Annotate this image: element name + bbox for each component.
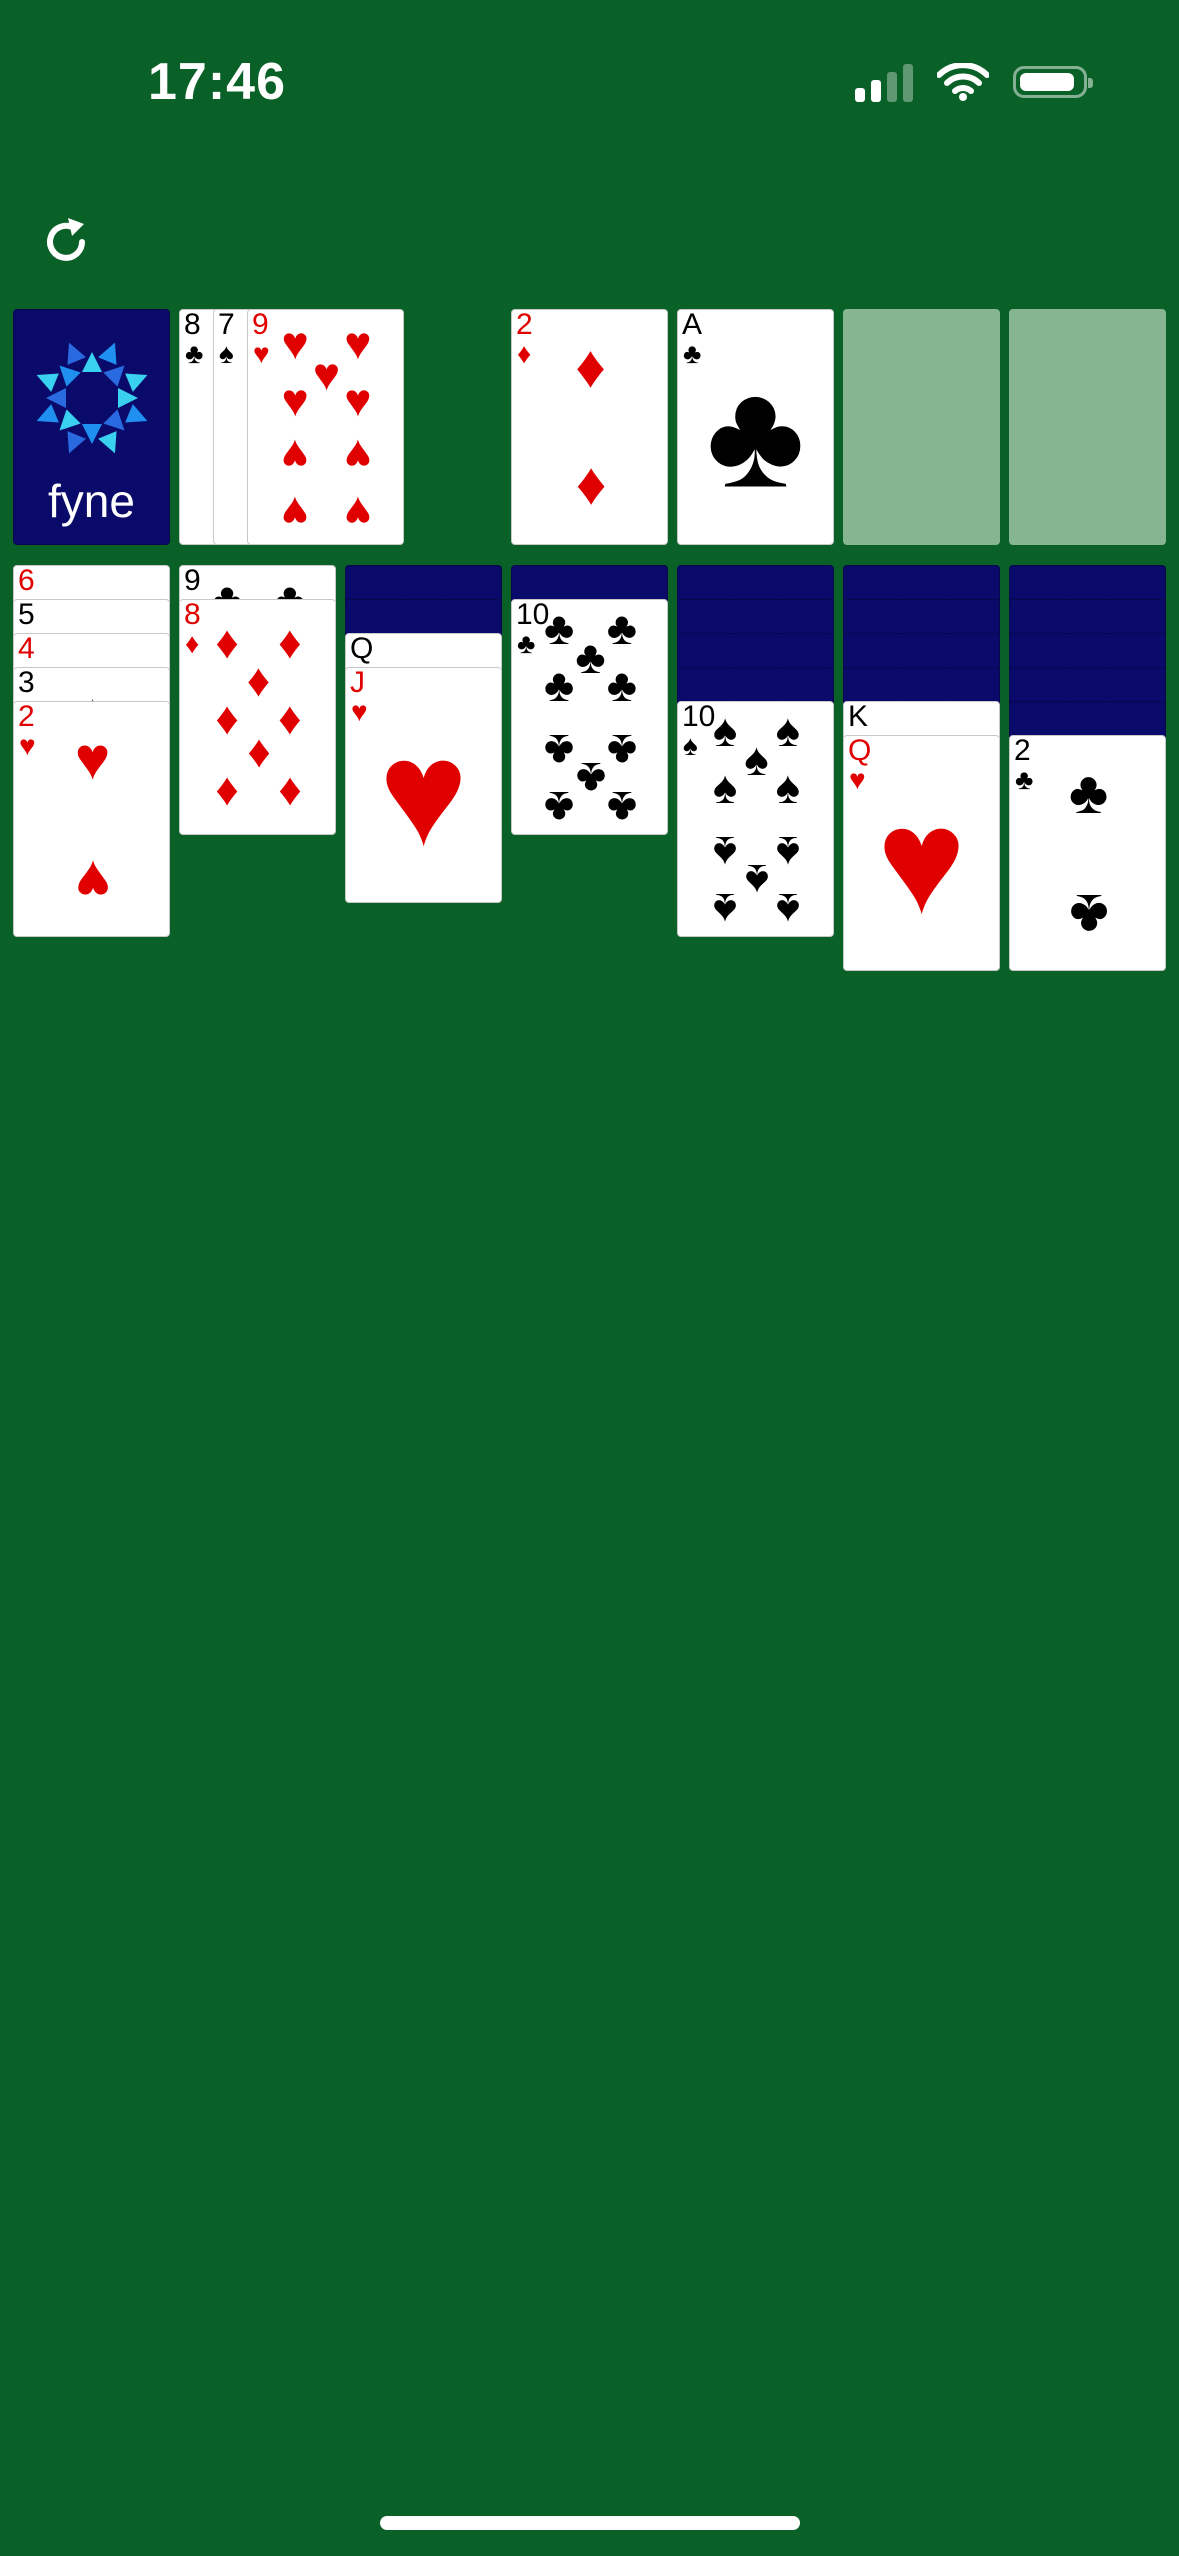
card-rank: 2 [18,701,35,733]
card-rank: 7 [218,309,235,341]
card-rank: 4 [18,633,35,665]
card-pip: ♣ [575,753,606,806]
card-suit-corner: ♣ [517,628,536,659]
card-pip: ♠ [775,827,801,880]
card-pip: ♠ [744,732,769,785]
foundation-slot-empty[interactable] [1009,309,1166,545]
wifi-icon [937,63,989,101]
card-suit-corner: ♣ [185,338,204,369]
card-rank: Q [350,633,374,665]
card-pip: ♥ [344,317,372,370]
card-rank: K [848,701,869,733]
card-rank: 5 [18,599,35,631]
tableau-card[interactable]: 10 ♠ ♠ ♠ ♠ ♠ ♠ ♠ ♠ ♠ ♠ ♠ [677,701,834,937]
card-pip: ♦ [278,767,302,820]
card-pip: ♣ [606,725,637,778]
card-pip: ♦ [215,616,239,669]
card-pip: ♥ [344,373,372,426]
card-pip: ♠ [775,760,801,813]
card-pip: ♥ [74,724,111,792]
card-pip: ♣ [606,602,637,655]
card-rank: 2 [1014,735,1031,767]
foundation-card[interactable]: A ♣ ♣ [677,309,834,545]
battery-icon [1013,66,1093,98]
tableau-card[interactable]: 10 ♣ ♣ ♣ ♣ ♣ ♣ ♣ ♣ ♣ ♣ ♣ [511,599,668,835]
card-pip: ♠ [712,704,738,757]
card-pip: ♦ [278,692,302,744]
card-suit-corner: ♦ [185,628,200,659]
card-suit-corner: ♥ [253,338,270,369]
stock-pile[interactable]: fyne [13,309,170,545]
card-pip: ♦ [246,729,271,782]
card-pip: ♣ [544,602,575,655]
card-suit-corner: ♦ [517,338,532,369]
card-rank: 2 [516,309,533,341]
card-pip: ♣ [606,658,637,711]
cellular-signal-icon [855,62,913,102]
card-rank: J [350,667,365,699]
card-rank: Q [848,735,872,767]
card-rank: 3 [18,667,35,699]
card-pip: ♦ [215,767,239,820]
card-pip: ♥ [281,486,309,539]
card-pip: ♦ [575,456,606,524]
card-suit-corner: ♠ [219,338,234,369]
card-center-pip: ♥ [378,708,469,877]
card-rank: 10 [682,701,716,733]
card-suit-corner: ♥ [19,730,36,761]
card-pip: ♠ [744,855,769,908]
card-pip: ♦ [575,332,606,400]
card-pip: ♦ [215,692,239,744]
card-pip: ♦ [246,654,271,707]
card-center-pip: ♥ [876,776,967,945]
tableau-card[interactable]: Q ♥ ♥ [843,735,1000,971]
card-pip: ♠ [712,883,738,936]
tableau-card[interactable]: 2 ♥ ♥ ♥ [13,701,170,937]
card-pip: ♥ [344,430,372,483]
waste-card[interactable]: 9 ♥ ♥ ♥ ♥ ♥ ♥ ♥ ♥ ♥ ♥ [247,309,404,545]
card-pip: ♣ [544,781,575,834]
card-rank: 8 [184,599,201,631]
card-pip: ♠ [712,760,738,813]
foundation-card[interactable]: 2 ♦ ♦ ♦ [511,309,668,545]
card-pip: ♦ [278,616,302,669]
card-suit-corner: ♣ [1015,764,1034,795]
card-pip: ♠ [712,827,738,880]
card-pip: ♥ [312,347,341,400]
card-rank: A [682,309,703,341]
card-suit-corner: ♥ [849,764,866,795]
stock-label: fyne [48,475,135,527]
status-time: 17:46 [148,53,286,111]
card-pip: ♠ [775,883,801,936]
foundation-slot-empty[interactable] [843,309,1000,545]
card-pip: ♥ [344,486,372,539]
card-suit-corner: ♣ [683,338,702,369]
tableau-card[interactable]: 8 ♦ ♦ ♦ ♦ ♦ ♦ ♦ ♦ ♦ [179,599,336,835]
card-rank: 9 [184,565,201,597]
card-pip: ♥ [74,848,111,916]
status-icons [855,62,1093,102]
card-pip: ♣ [544,658,575,711]
card-rank: 6 [18,565,35,597]
card-pip: ♣ [606,781,637,834]
card-rank: 8 [184,309,201,341]
card-pip: ♠ [775,704,801,757]
refresh-icon[interactable] [36,212,96,272]
tableau-card[interactable]: 2 ♣ ♣ ♣ [1009,735,1166,971]
card-pip: ♣ [575,630,606,683]
card-rank: 9 [252,309,269,341]
card-center-pip: ♣ [706,350,805,519]
card-pip: ♥ [281,317,309,370]
tableau-card[interactable]: J ♥ ♥ [345,667,502,903]
home-indicator[interactable] [380,2516,800,2530]
card-pip: ♥ [281,430,309,483]
card-pip: ♣ [1068,882,1109,950]
card-pip: ♣ [1068,758,1109,826]
card-suit-corner: ♠ [683,730,698,761]
card-pip: ♣ [544,725,575,778]
card-pip: ♥ [281,373,309,426]
card-suit-corner: ♥ [351,696,368,727]
